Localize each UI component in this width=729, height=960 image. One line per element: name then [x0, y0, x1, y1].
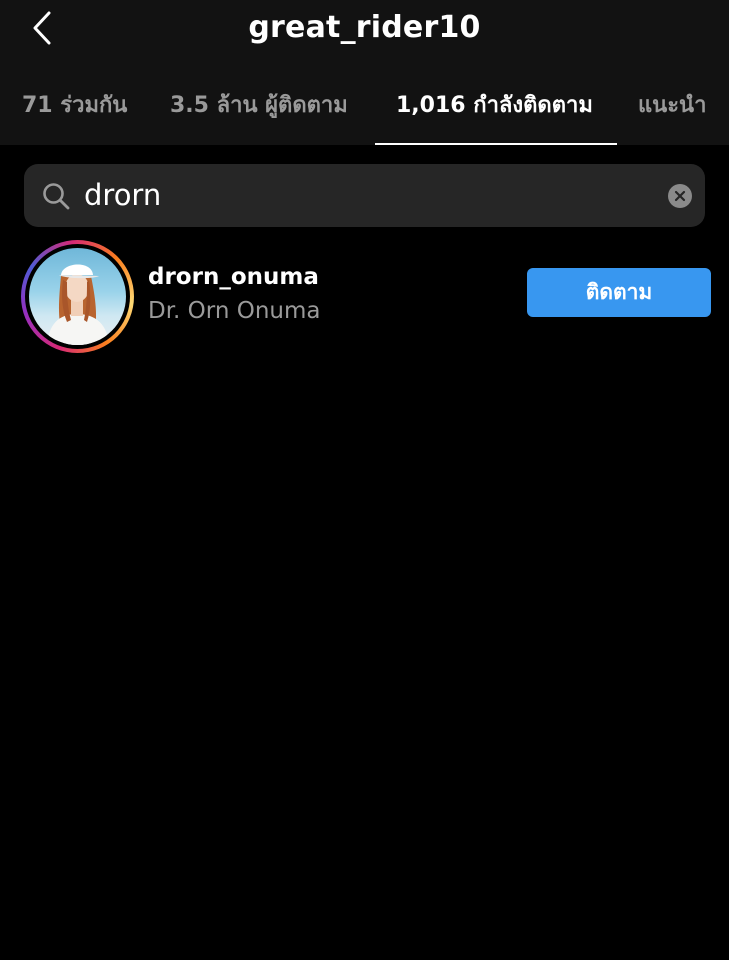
list-item[interactable]: drorn_onuma Dr. Orn Onuma ติดตาม [0, 238, 729, 354]
page-title: great_rider10 [248, 10, 481, 45]
avatar-image [47, 264, 109, 345]
tab-bar: 71 ร่วมกัน 3.5 ล้าน ผู้ติดตาม 1,016 กำลั… [0, 82, 729, 145]
story-ring[interactable] [21, 240, 134, 353]
search-icon [43, 183, 70, 210]
avatar [29, 248, 126, 345]
result-fullname: Dr. Orn Onuma [148, 298, 321, 324]
active-tab-indicator [375, 143, 617, 145]
follow-button[interactable]: ติดตาม [527, 268, 711, 317]
tab-mutual[interactable]: 71 ร่วมกัน [22, 82, 127, 130]
clear-search-button[interactable] [668, 184, 692, 208]
clear-icon [674, 190, 686, 202]
search-bar [24, 164, 705, 227]
tab-following[interactable]: 1,016 กำลังติดตาม [396, 82, 593, 130]
top-header: great_rider10 71 ร่วมกัน 3.5 ล้าน ผู้ติด… [0, 0, 729, 145]
tab-followers[interactable]: 3.5 ล้าน ผู้ติดตาม [170, 82, 348, 130]
result-username[interactable]: drorn_onuma [148, 264, 319, 290]
search-input[interactable] [84, 172, 644, 218]
tab-suggested[interactable]: แนะนำ [638, 82, 706, 130]
